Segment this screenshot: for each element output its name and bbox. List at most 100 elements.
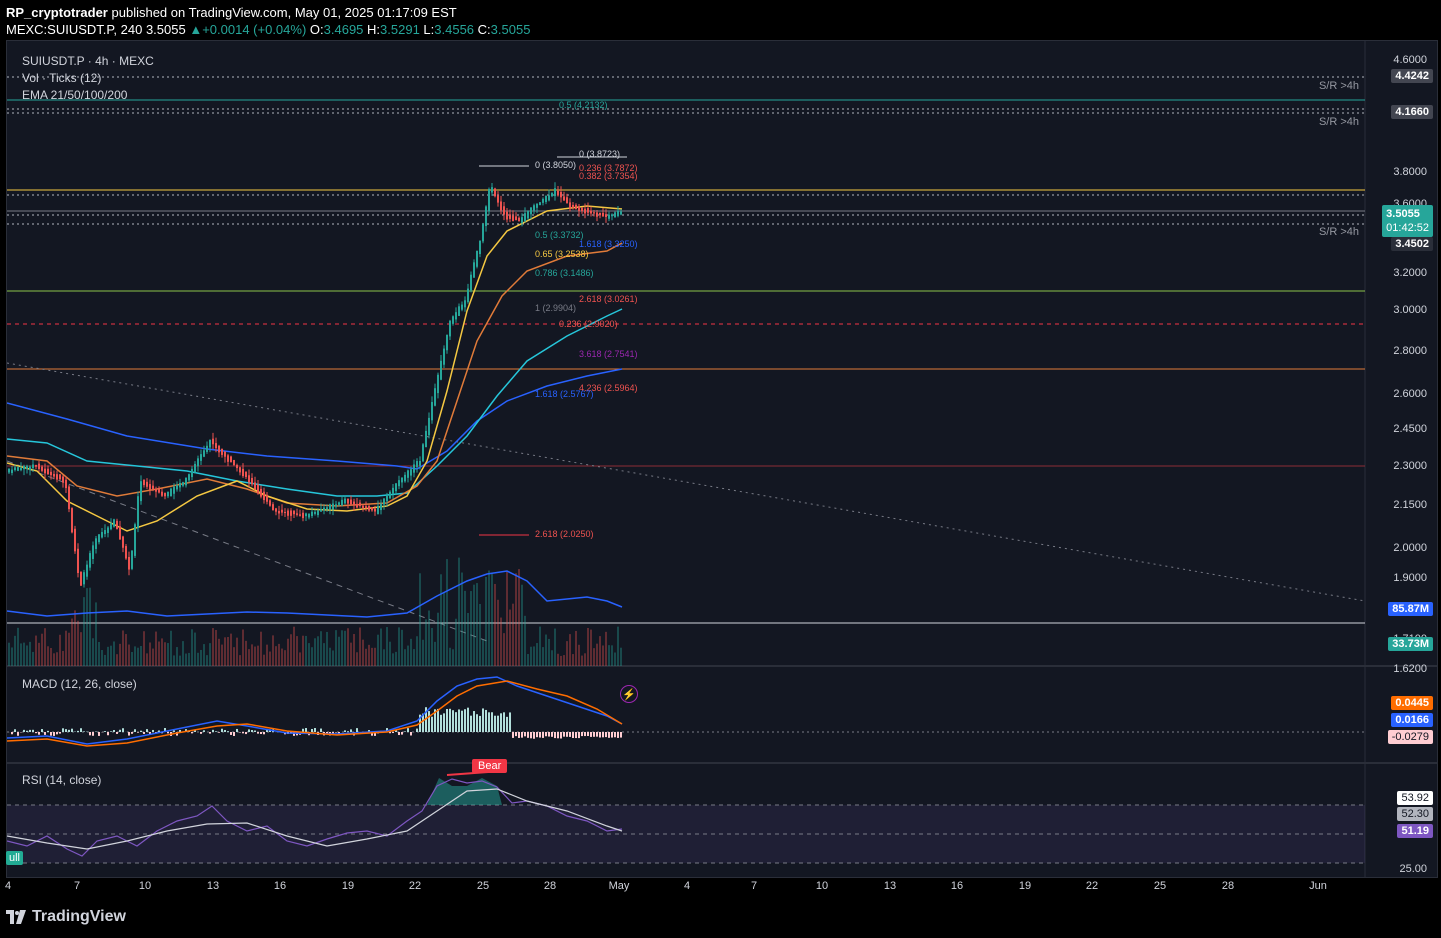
- macd-histogram-bar: [593, 732, 595, 737]
- candle-body: [44, 468, 46, 474]
- macd-histogram-bar: [305, 728, 307, 732]
- price-axis-label: 1.9000: [1393, 572, 1427, 584]
- candle-body: [365, 506, 367, 509]
- macd-histogram-bar: [605, 732, 607, 738]
- price-axis-label: 3.2000: [1393, 267, 1427, 279]
- volume-bar: [383, 649, 385, 666]
- candle-body: [326, 507, 328, 510]
- macd-histogram-bar: [248, 729, 250, 732]
- lightning-icon[interactable]: ⚡: [620, 685, 638, 703]
- candle-body: [485, 206, 487, 227]
- macd-histogram-bar: [71, 728, 73, 732]
- volume-legend[interactable]: Vol · Ticks (12): [22, 71, 101, 85]
- volume-bar: [170, 630, 172, 666]
- price-tag: 4.4242: [1391, 69, 1433, 83]
- ema-legend[interactable]: EMA 21/50/100/200: [22, 88, 127, 102]
- candle-body: [356, 503, 358, 508]
- candle-body: [203, 450, 205, 457]
- macd-histogram-bar: [92, 732, 94, 736]
- macd-legend[interactable]: MACD (12, 26, close): [22, 677, 137, 691]
- main-legend[interactable]: SUIUSDT.P · 4h · MEXC: [22, 54, 154, 68]
- candle-body: [380, 503, 382, 511]
- candle-body: [218, 445, 220, 453]
- macd-histogram-bar: [29, 729, 31, 732]
- volume-bar: [20, 643, 22, 666]
- volume-bar: [302, 635, 304, 666]
- tradingview-logo-icon: [6, 910, 26, 924]
- candle-body: [608, 214, 610, 219]
- fib-level-label: 0.382 (3.7354): [579, 171, 638, 181]
- author-name[interactable]: RP_cryptotrader: [6, 5, 108, 20]
- volume-bar: [191, 629, 193, 666]
- candle-body: [287, 510, 289, 516]
- tradingview-logo[interactable]: TradingView: [6, 908, 126, 926]
- time-axis-label: 4: [4, 880, 12, 892]
- macd-histogram-bar: [491, 712, 493, 732]
- macd-histogram-bar: [515, 732, 517, 737]
- volume-bar: [257, 645, 259, 666]
- candle-body: [158, 488, 160, 493]
- candle-body: [605, 214, 607, 217]
- volume-bar: [224, 637, 226, 666]
- volume-bar: [413, 649, 415, 666]
- candle-body: [263, 491, 265, 501]
- fib-level-label: 2.618 (2.0250): [535, 529, 594, 539]
- macd-histogram-bar: [320, 728, 322, 732]
- chart-canvas[interactable]: [7, 41, 1437, 877]
- volume-bar: [221, 644, 223, 666]
- volume-bar: [515, 573, 517, 666]
- candle-body: [503, 206, 505, 215]
- candle-body: [242, 468, 244, 477]
- volume-bar: [50, 647, 52, 666]
- time-axis-label: May: [608, 880, 630, 892]
- macd-histogram-bar: [62, 728, 64, 732]
- candle-body: [209, 439, 211, 448]
- volume-bar: [206, 655, 208, 666]
- candle-body: [428, 417, 430, 436]
- macd-histogram-bar: [548, 732, 550, 737]
- macd-histogram-bar: [440, 714, 442, 732]
- macd-histogram-bar: [239, 732, 241, 733]
- volume-bar: [338, 636, 340, 666]
- macd-histogram-bar: [191, 732, 193, 734]
- ohlc-line: MEXC:SUIUSDT.P, 240 3.5055 ▲+0.0014 (+0.…: [6, 22, 530, 37]
- volume-bar: [146, 653, 148, 666]
- candle-body: [596, 212, 598, 217]
- volume-bar: [215, 629, 217, 666]
- price-axis-label: 2.8000: [1393, 345, 1427, 357]
- volume-bar: [173, 655, 175, 666]
- volume-bar: [347, 628, 349, 666]
- candle-body: [335, 504, 337, 507]
- volume-bar: [323, 643, 325, 666]
- macd-histogram-bar: [551, 732, 553, 737]
- candle-body: [311, 511, 313, 517]
- volume-bar: [38, 642, 40, 666]
- time-axis-label: Jun: [1309, 880, 1327, 892]
- candle-body: [104, 530, 106, 535]
- candle-body: [59, 474, 61, 480]
- macd-histogram-bar: [245, 732, 247, 735]
- rsi-legend[interactable]: RSI (14, close): [22, 773, 101, 787]
- fib-level-label: 1.618 (3.3250): [579, 239, 638, 249]
- candle-body: [413, 464, 415, 473]
- macd-histogram-bar: [233, 732, 235, 736]
- candle-body: [602, 212, 604, 217]
- price-axis-label: 2.3000: [1393, 460, 1427, 472]
- volume-bar: [470, 591, 472, 666]
- time-axis-label: 19: [1018, 880, 1032, 892]
- macd-histogram-bar: [224, 729, 226, 732]
- candle-body: [194, 463, 196, 473]
- volume-bar: [329, 647, 331, 666]
- volume-bar: [602, 645, 604, 666]
- chart-frame[interactable]: SUIUSDT.P · 4h · MEXC Vol · Ticks (12) E…: [6, 40, 1438, 878]
- volume-bar: [419, 573, 421, 666]
- candle-body: [434, 388, 436, 406]
- rsi-axis-label: 25.00: [1399, 863, 1427, 875]
- volume-bar: [428, 610, 430, 666]
- volume-bar: [314, 638, 316, 666]
- candle-body: [110, 523, 112, 530]
- candle-body: [164, 492, 166, 497]
- macd-histogram-bar: [449, 708, 451, 732]
- macd-histogram-bar: [572, 732, 574, 739]
- macd-signal-tag: 0.0445: [1391, 696, 1433, 710]
